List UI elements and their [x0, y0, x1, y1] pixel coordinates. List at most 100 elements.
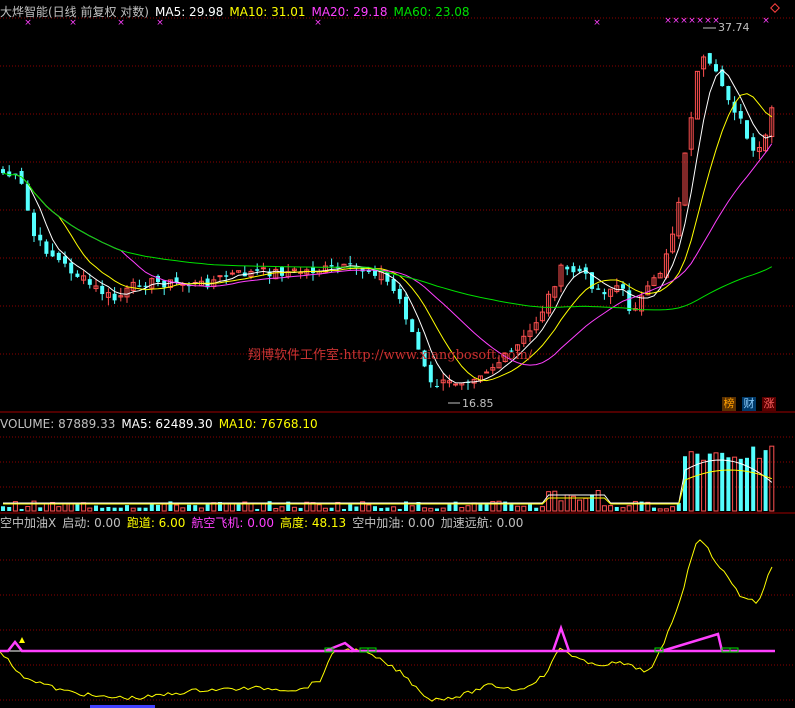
candle-body	[1, 169, 5, 174]
rank-button[interactable]: 榜	[722, 397, 736, 411]
volume-bar	[558, 500, 564, 512]
volume-bar	[373, 506, 377, 511]
signal-marker: ×	[664, 16, 672, 26]
candle-body	[217, 275, 223, 278]
volume-bar	[670, 506, 676, 512]
volume-bar	[595, 490, 601, 512]
indicator-panel-header: 空中加油X 启动: 0.00 跑道: 6.00 航空飞机: 0.00 高度: 48.13…	[0, 516, 529, 530]
volume-bar	[763, 450, 768, 511]
volume-bar	[174, 504, 180, 512]
volume-bar	[447, 503, 452, 511]
volume-bar	[534, 507, 539, 511]
volume-bar	[385, 507, 390, 511]
candle-body	[714, 64, 718, 72]
signal-marker: ×	[688, 16, 696, 26]
volume-bar	[620, 507, 626, 512]
volume-bar	[756, 457, 762, 512]
candle-body	[56, 252, 61, 261]
volume-bar	[459, 507, 465, 512]
signal-marker: ×	[24, 18, 32, 28]
volume-bar	[125, 505, 129, 511]
volume-bar	[198, 507, 204, 512]
volume-bar	[180, 507, 186, 512]
candle-body	[87, 279, 92, 285]
volume-ma5-line	[3, 459, 773, 504]
candle-body	[745, 120, 749, 139]
volume-bar	[156, 504, 160, 511]
candle-body	[38, 234, 43, 241]
candle-body	[229, 272, 235, 275]
ma20-value: MA20: 29.18	[311, 5, 388, 19]
vol-ma5-value: MA5: 62489.30	[121, 417, 213, 431]
volume-bar	[322, 507, 328, 512]
ma5-line	[15, 69, 772, 384]
candle-body	[453, 383, 459, 386]
volume-bar	[726, 457, 731, 511]
candle-body	[32, 212, 36, 237]
signal-marker: ×	[762, 16, 770, 26]
volume-bar	[38, 507, 43, 511]
signal-marker: ×	[704, 16, 712, 26]
signal-marker: ×	[314, 18, 322, 28]
volume-bar	[478, 503, 483, 511]
candle-body	[565, 266, 570, 270]
volume-bar	[695, 453, 700, 511]
volume-bar	[626, 505, 632, 512]
signal-marker: ×	[593, 18, 601, 28]
candle-body	[25, 183, 30, 211]
volume-bar	[75, 504, 80, 511]
main-panel-header: 大烨智能(日线 前复权 对数) MA5: 29.98 MA10: 31.01 MA20…	[0, 5, 476, 19]
candle-body	[404, 296, 408, 320]
candle-body	[224, 275, 229, 277]
volume-bar	[205, 503, 210, 511]
signal-marker: ×	[69, 18, 77, 28]
volume-bar	[652, 507, 656, 511]
volume-bar	[397, 508, 402, 511]
candle-body	[602, 292, 607, 295]
watermark: 翔博软件工作室:http://www.xiangbosoft.com/	[248, 348, 533, 363]
volume-value: VOLUME: 87889.33	[0, 417, 116, 431]
volume-bar	[663, 508, 669, 512]
ma60-line	[2, 172, 773, 311]
volume-bar	[428, 507, 434, 512]
ma10-value: MA10: 31.01	[229, 5, 306, 19]
vol-ma10-value: MA10: 76768.10	[218, 417, 318, 431]
candle-body	[428, 364, 433, 383]
candle-body	[311, 266, 315, 274]
indicator-name: 空中加油X	[0, 516, 57, 530]
indicator-airplane: 航空飞机: 0.00	[191, 516, 274, 530]
volume-bar	[1, 506, 5, 511]
candle-body	[391, 278, 396, 291]
volume-bar	[391, 506, 397, 512]
volume-bar	[601, 505, 607, 512]
volume-bar	[255, 508, 260, 511]
volume-bar	[25, 505, 31, 512]
candle-body	[571, 266, 576, 273]
candle-body	[50, 250, 55, 257]
candle-body	[726, 86, 731, 101]
finance-button[interactable]: 财	[742, 397, 756, 411]
volume-bar	[521, 505, 527, 512]
runway-segment	[551, 624, 571, 652]
volume-bar	[720, 452, 725, 511]
volume-bar	[187, 504, 191, 511]
runway-line	[0, 639, 775, 653]
volume-bar	[366, 504, 372, 512]
candle-body	[100, 285, 105, 295]
volume-bar	[130, 507, 136, 512]
volume-bar	[149, 504, 154, 511]
candle-body	[707, 53, 712, 64]
volume-bar	[87, 507, 93, 512]
signal-marker: ×	[680, 16, 688, 26]
volume-bar	[590, 494, 594, 511]
volume-bar	[223, 503, 229, 512]
volume-bar	[707, 453, 712, 511]
volume-bar	[564, 494, 570, 512]
candle-body	[44, 241, 49, 254]
volume-bar	[7, 507, 12, 511]
limit-up-button[interactable]: 涨	[762, 397, 776, 411]
indicator-refuel: 空中加油: 0.00	[352, 516, 435, 530]
candle-body	[112, 293, 117, 301]
signal-marker: ×	[696, 16, 704, 26]
volume-bar	[273, 508, 279, 512]
